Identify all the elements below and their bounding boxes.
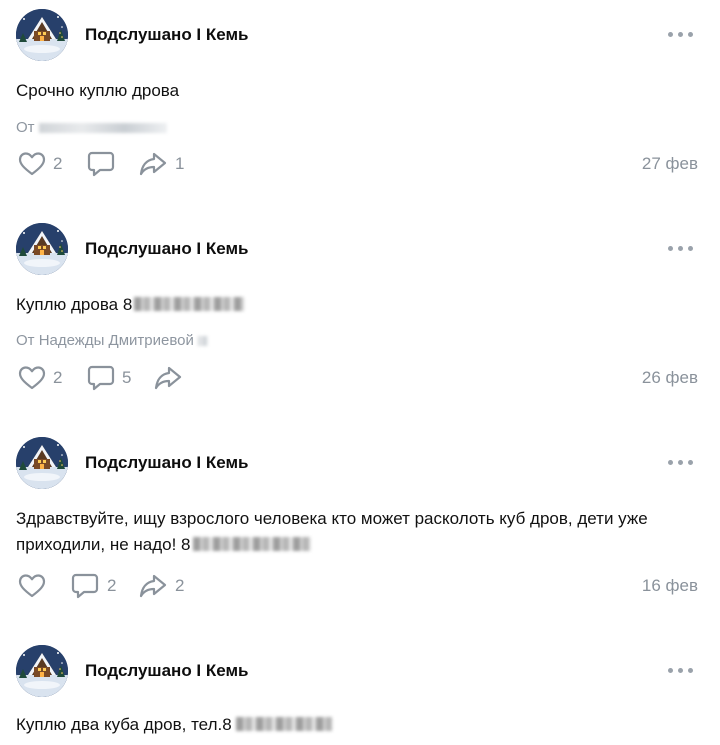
repost-button[interactable]: 1 [138, 149, 188, 179]
redacted-phone [235, 717, 332, 731]
like-button[interactable]: 2 [17, 363, 65, 393]
post-text-content: Куплю два куба дров, тел.8 [16, 715, 232, 734]
post-date: 16 фев [641, 576, 698, 595]
share-arrow-icon [153, 363, 183, 393]
post-text-content: Куплю дрова 8 [16, 295, 133, 314]
heart-outline-icon [17, 363, 47, 393]
post-source[interactable]: От [16, 119, 167, 136]
repost-count: 1 [175, 154, 185, 173]
like-count: 2 [53, 368, 63, 387]
redacted-phone [192, 537, 311, 551]
share-arrow-icon [138, 571, 168, 601]
comment-count: 5 [122, 368, 132, 387]
more-options-icon[interactable] [668, 666, 694, 674]
community-name[interactable]: Подслушано I Кемь [85, 661, 249, 681]
share-arrow-icon [138, 149, 168, 179]
community-avatar[interactable] [16, 437, 68, 489]
avatar-image [16, 9, 68, 61]
post-date: 26 фев [641, 368, 698, 387]
avatar-image [16, 437, 68, 489]
like-button[interactable] [17, 571, 49, 601]
heart-outline-icon [17, 149, 47, 179]
community-name[interactable]: Подслушано I Кемь [85, 25, 249, 45]
more-options-icon[interactable] [668, 244, 694, 252]
post-source-label: От [16, 119, 35, 136]
avatar-image [16, 223, 68, 275]
comment-button[interactable]: 2 [70, 571, 120, 601]
post-2: Подслушано I Кемь Куплю дрова 8 От Надеж… [0, 214, 720, 414]
post-actions: 2 5 26 фев [0, 363, 720, 393]
post-4: Подслушано I Кемь Куплю два куба дров, т… [0, 636, 720, 745]
repost-button[interactable] [153, 363, 185, 393]
avatar-image [16, 645, 68, 697]
post-text-content: Здравствуйте, ищу взрослого человека кто… [16, 509, 648, 554]
post-1: Подслушано I Кемь Срочно куплю дрова От … [0, 0, 720, 200]
redacted-phone [134, 297, 245, 311]
post-text: Куплю дрова 8 [16, 292, 704, 318]
post-date: 27 фев [641, 154, 698, 173]
repost-count: 2 [175, 576, 185, 595]
community-name[interactable]: Подслушано I Кемь [85, 453, 249, 473]
post-text: Здравствуйте, ищу взрослого человека кто… [16, 506, 704, 558]
post-text: Куплю два куба дров, тел.8 [16, 712, 704, 738]
redacted-extra [198, 336, 209, 346]
speech-bubble-icon [70, 571, 100, 601]
more-options-icon[interactable] [668, 30, 694, 38]
speech-bubble-icon [86, 363, 116, 393]
community-avatar[interactable] [16, 645, 68, 697]
post-actions: 2 2 16 фев [0, 571, 720, 601]
post-3: Подслушано I Кемь Здравствуйте, ищу взро… [0, 428, 720, 618]
comment-button[interactable] [86, 149, 126, 179]
community-avatar[interactable] [16, 9, 68, 61]
redacted-name [38, 123, 167, 133]
community-avatar[interactable] [16, 223, 68, 275]
post-source-label: От Надежды Дмитриевой [16, 332, 194, 349]
community-name[interactable]: Подслушано I Кемь [85, 239, 249, 259]
post-text: Срочно куплю дрова [16, 78, 704, 104]
comment-count: 2 [107, 576, 117, 595]
repost-button[interactable]: 2 [138, 571, 188, 601]
heart-outline-icon [17, 571, 47, 601]
post-actions: 2 1 27 фев [0, 149, 720, 179]
post-text-content: Срочно куплю дрова [16, 81, 180, 100]
speech-bubble-icon [86, 149, 116, 179]
comment-button[interactable]: 5 [86, 363, 136, 393]
more-options-icon[interactable] [668, 458, 694, 466]
like-button[interactable]: 2 [17, 149, 65, 179]
post-source[interactable]: От Надежды Дмитриевой [16, 332, 209, 349]
like-count: 2 [53, 154, 63, 173]
